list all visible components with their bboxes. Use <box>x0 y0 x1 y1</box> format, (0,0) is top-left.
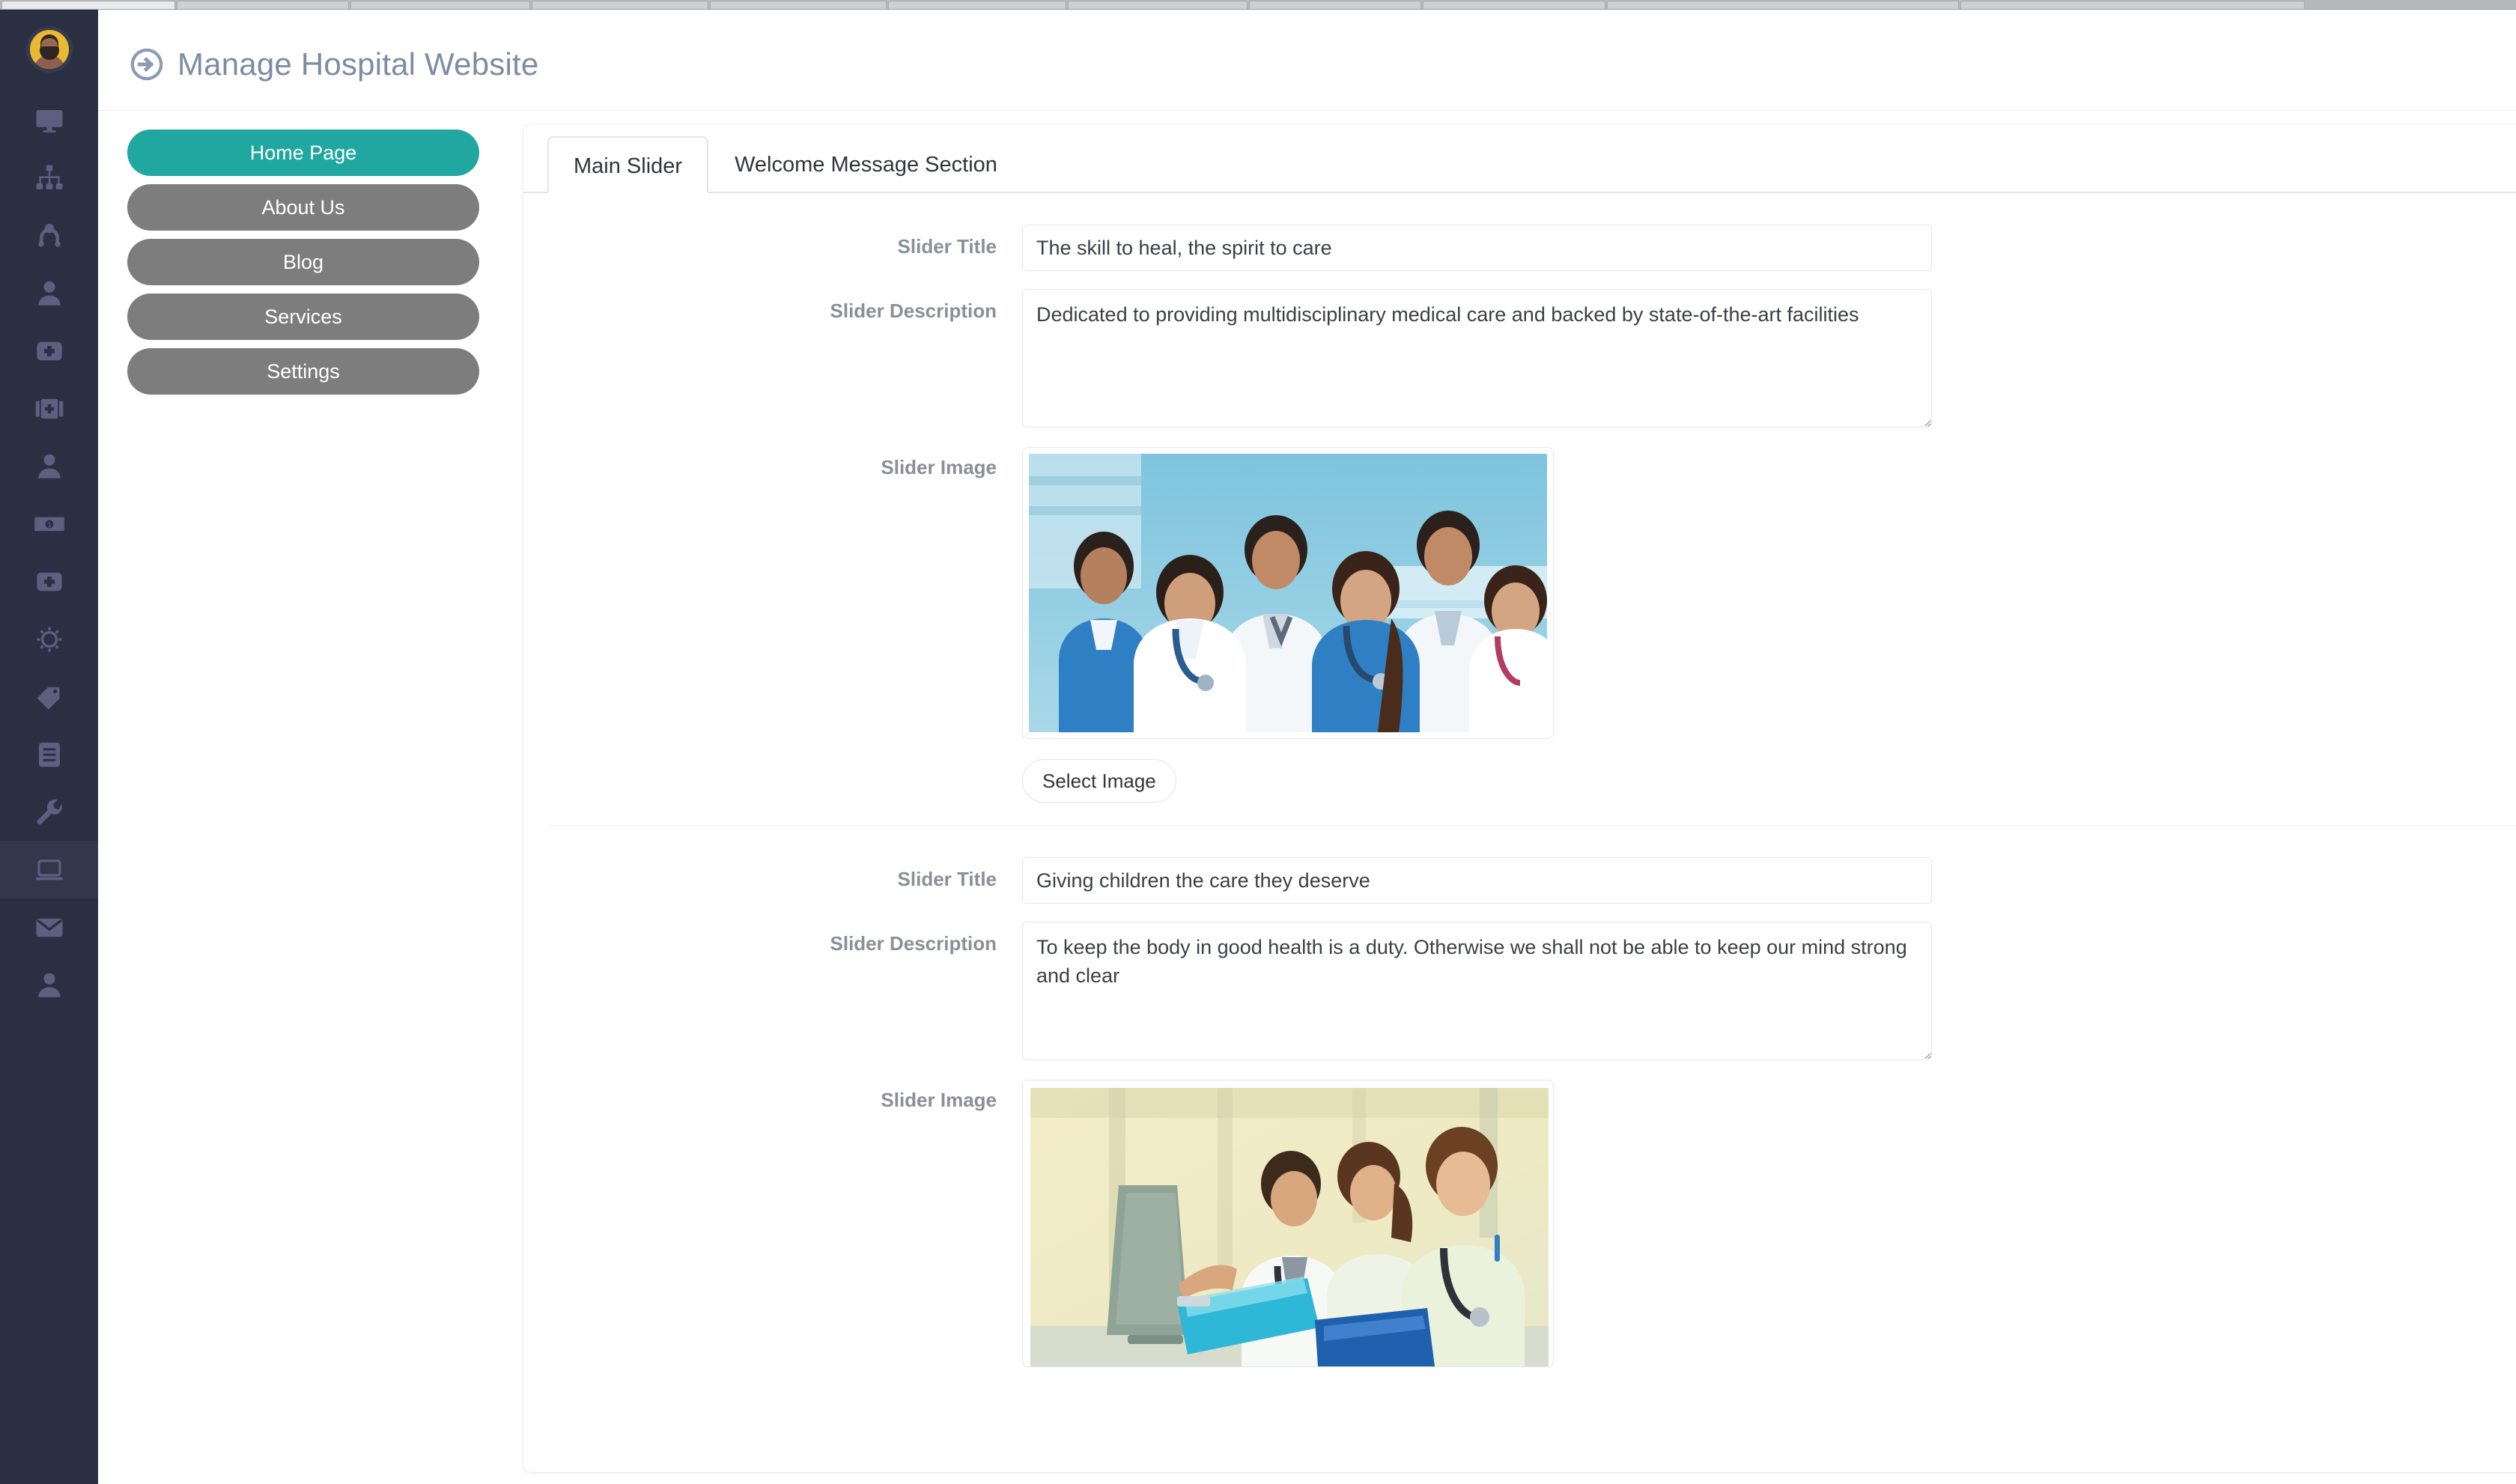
content-card: Main Slider Welcome Message Section Slid… <box>523 124 2516 1472</box>
nav-button-about-us[interactable]: About Us <box>127 184 479 231</box>
arrow-right-circle-icon <box>130 47 164 82</box>
sidebar-icon-rail: 1 <box>0 10 98 1484</box>
form-row-slider-description: Slider Description Dedicated to providin… <box>523 289 2516 428</box>
label-slider-image: Slider Image <box>881 1089 997 1111</box>
page-nav-list: Home Page About Us Blog Services Setting… <box>127 130 524 403</box>
browser-tab[interactable] <box>350 1 530 9</box>
slider-section-2: Slider Title Slider Description To keep … <box>523 857 2516 1371</box>
nav-button-blog[interactable]: Blog <box>127 239 479 285</box>
label-slider-description: Slider Description <box>830 299 997 322</box>
label-slider-image: Slider Image <box>881 456 997 478</box>
envelope-icon <box>34 912 65 943</box>
svg-text:1: 1 <box>47 520 51 528</box>
label-slider-description: Slider Description <box>830 932 997 955</box>
browser-tab-strip <box>0 0 2516 10</box>
wrench-icon <box>34 797 65 828</box>
medical-team-photo <box>1029 454 1547 732</box>
sidebar-item-tools[interactable] <box>0 783 98 841</box>
sidebar-item-user[interactable] <box>0 264 98 322</box>
label-slider-title: Slider Title <box>897 868 997 890</box>
browser-tab[interactable] <box>1423 1 1605 9</box>
browser-tab[interactable] <box>888 1 1066 9</box>
browser-tab[interactable] <box>1607 1 1959 9</box>
first-aid-plus-icon <box>34 335 65 367</box>
user-headset-icon <box>34 220 65 252</box>
slider-image-group <box>1022 1080 1554 1371</box>
slider-title-input[interactable] <box>1022 857 1932 904</box>
first-aid-plus-icon <box>34 566 65 597</box>
slider-description-textarea[interactable]: To keep the body in good health is a dut… <box>1022 922 1932 1060</box>
slider-section-1: Slider Title Slider Description Dedicate… <box>523 225 2516 803</box>
user-icon <box>34 278 65 309</box>
doctors-monitor-photo <box>1030 1088 1549 1366</box>
banknote-icon: 1 <box>34 508 65 540</box>
monitor-icon <box>34 105 65 136</box>
main-content: Home Page About Us Blog Services Setting… <box>98 112 2516 1484</box>
slider-image-preview-box <box>1022 1080 1554 1367</box>
sidebar-item-settings[interactable] <box>0 610 98 668</box>
nav-button-services[interactable]: Services <box>127 294 479 340</box>
slider-image-group: Select Image <box>1022 447 1554 803</box>
slider-form: Slider Title Slider Description Dedicate… <box>523 225 2516 1371</box>
sidebar-item-first-aid[interactable] <box>0 322 98 380</box>
form-row-slider-title: Slider Title <box>523 857 2516 904</box>
sidebar-item-medical-kit[interactable] <box>0 380 98 437</box>
user-icon <box>34 970 65 1001</box>
avatar[interactable] <box>25 25 73 73</box>
sidebar-item-first-aid-2[interactable] <box>0 553 98 610</box>
form-row-slider-image: Slider Image <box>523 447 2516 803</box>
sidebar-item-sitemap[interactable] <box>0 149 98 207</box>
browser-tab[interactable] <box>710 1 887 9</box>
form-row-slider-image: Slider Image <box>523 1080 2516 1371</box>
sitemap-icon <box>34 162 65 194</box>
document-lines-icon <box>34 739 65 770</box>
sidebar-item-documents[interactable] <box>0 726 98 783</box>
sidebar-icon-list: 1 <box>0 91 98 1014</box>
label-slider-title: Slider Title <box>897 235 997 258</box>
tab-main-slider[interactable]: Main Slider <box>547 136 709 193</box>
app-root: 1 Manage Hospital Website Home Page Abou… <box>0 0 2516 1484</box>
nav-button-settings[interactable]: Settings <box>127 348 479 395</box>
page-header: Manage Hospital Website <box>98 19 2516 111</box>
nav-button-home-page[interactable]: Home Page <box>127 130 479 176</box>
select-image-button[interactable]: Select Image <box>1022 759 1176 803</box>
form-row-slider-description: Slider Description To keep the body in g… <box>523 922 2516 1060</box>
sidebar-item-messages[interactable] <box>0 898 98 956</box>
sidebar-item-website[interactable] <box>0 841 98 898</box>
browser-tab[interactable] <box>1249 1 1421 9</box>
browser-tab[interactable] <box>1 1 175 9</box>
sidebar-item-support-agent[interactable] <box>0 207 98 264</box>
tab-welcome-message-section[interactable]: Welcome Message Section <box>708 135 1024 192</box>
tab-bar: Main Slider Welcome Message Section <box>523 124 2516 193</box>
sun-gear-icon <box>34 624 65 655</box>
laptop-icon <box>34 854 65 886</box>
sidebar-item-tags[interactable] <box>0 668 98 726</box>
section-divider <box>549 825 2516 826</box>
browser-tab[interactable] <box>177 1 349 9</box>
browser-tab[interactable] <box>1068 1 1248 9</box>
slider-description-textarea[interactable]: Dedicated to providing multidisciplinary… <box>1022 289 1932 428</box>
avatar-container[interactable] <box>0 10 98 88</box>
tag-icon <box>34 681 65 713</box>
sidebar-item-user-2[interactable] <box>0 437 98 495</box>
slider-title-input[interactable] <box>1022 225 1932 271</box>
sidebar-item-profile[interactable] <box>0 956 98 1014</box>
user-icon <box>34 451 65 482</box>
medical-briefcase-icon <box>34 393 65 425</box>
browser-tab[interactable] <box>532 1 708 9</box>
form-row-slider-title: Slider Title <box>523 225 2516 271</box>
sidebar-item-monitor[interactable] <box>0 91 98 149</box>
page-title: Manage Hospital Website <box>177 46 539 82</box>
sidebar-item-billing[interactable]: 1 <box>0 495 98 553</box>
browser-tab[interactable] <box>1960 1 2305 9</box>
slider-image-preview-box <box>1022 447 1554 739</box>
